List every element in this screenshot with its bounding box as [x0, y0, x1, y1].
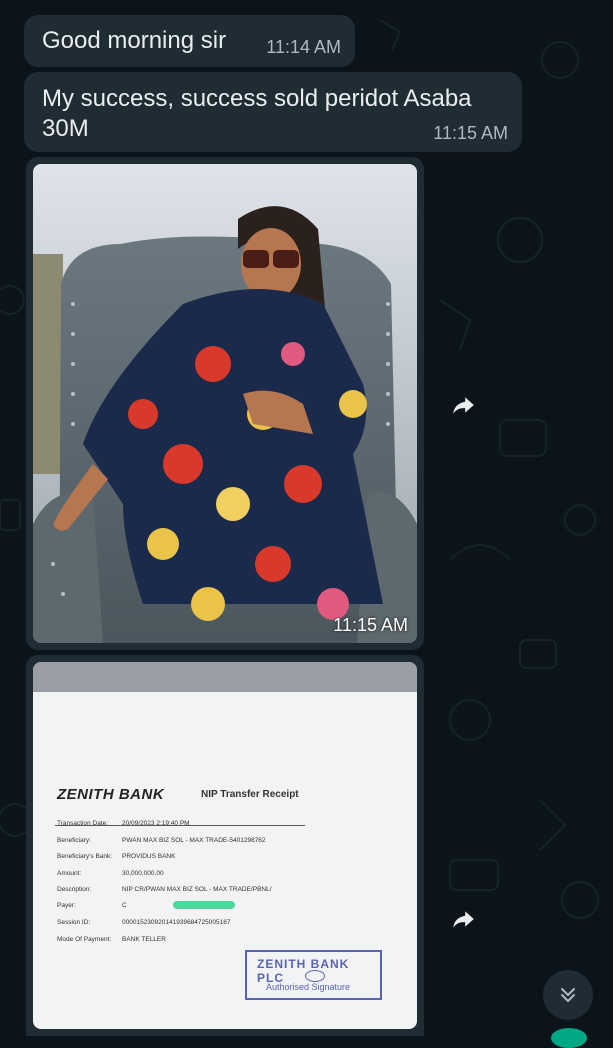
- receipt-row: Beneficiary's Bank: PROVIDUS BANK: [57, 853, 176, 860]
- double-chevron-down-icon: [561, 988, 575, 1002]
- message-time: 11:14 AM: [266, 37, 341, 57]
- scroll-to-bottom-button[interactable]: [543, 970, 593, 1020]
- message-bubble[interactable]: My success, success sold peridot Asaba 3…: [24, 72, 522, 152]
- bank-logo: ZENITH BANK: [57, 786, 165, 803]
- receipt-row: Payer: C: [57, 902, 127, 909]
- receipt-row: Description: NIP CR/PWAN MAX BIZ SOL - MA…: [57, 886, 272, 893]
- photo-message[interactable]: 11:15 AM: [26, 157, 424, 650]
- receipt-row: Amount: 30,000,000.00: [57, 870, 164, 877]
- photo-image[interactable]: [33, 164, 417, 643]
- forward-arrow-icon[interactable]: [449, 906, 477, 932]
- message-time: 11:15 AM: [433, 123, 508, 143]
- receipt-row: Mode Of Payment: BANK TELLER: [57, 936, 166, 943]
- bank-stamp: ZENITH BANK PLC Authorised Signature: [245, 950, 382, 1000]
- receipt-row: Transaction Date: 20/09/2023 2:19:40 PM: [57, 820, 190, 827]
- receipt-title: NIP Transfer Receipt: [201, 789, 299, 800]
- receipt-row: Session ID: 00001523092014193968472500516…: [57, 919, 231, 926]
- receipt-row: Beneficiary: PWAN MAX BIZ SOL - MAX TRADE…: [57, 837, 266, 844]
- forward-arrow-icon[interactable]: [449, 392, 477, 418]
- redaction-mark: [173, 901, 235, 909]
- message-time: 11:15 AM: [333, 615, 408, 635]
- receipt-image[interactable]: ZENITH BANK NIP Transfer Receipt Transac…: [33, 662, 417, 1029]
- message-bubble[interactable]: Good morning sir 11:14 AM: [24, 15, 355, 67]
- new-chat-fab[interactable]: [551, 1028, 587, 1048]
- receipt-image-message[interactable]: ZENITH BANK NIP Transfer Receipt Transac…: [26, 655, 424, 1036]
